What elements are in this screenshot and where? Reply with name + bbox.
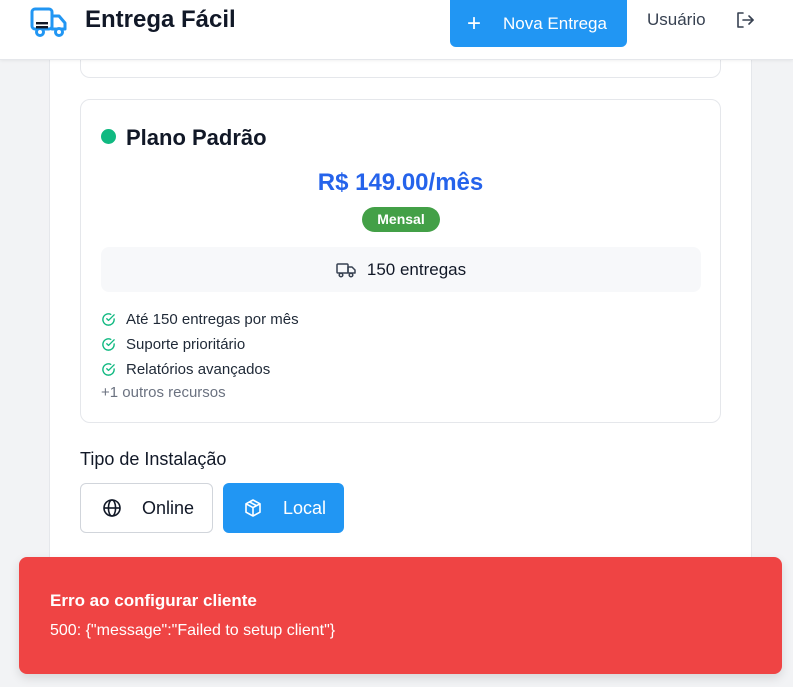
- check-circle-icon: [102, 363, 115, 376]
- truck-icon: [336, 262, 356, 278]
- toast-title: Erro ao configurar cliente: [50, 591, 257, 610]
- logout-icon[interactable]: [735, 10, 755, 30]
- deliveries-count: 150 entregas: [366, 259, 467, 279]
- check-circle-icon: [102, 338, 115, 351]
- install-option-label: Local: [283, 497, 327, 518]
- app-title: Entrega Fácil: [85, 6, 236, 33]
- user-menu-link[interactable]: Usuário: [647, 10, 706, 30]
- toast-message: 500: {"message":"Failed to setup client"…: [50, 622, 336, 639]
- truck-icon: [30, 7, 67, 37]
- globe-icon: [103, 499, 121, 517]
- feature-label: Suporte prioritário: [126, 336, 246, 353]
- install-option-local[interactable]: Local: [223, 483, 344, 533]
- top-navbar: Entrega Fácil + Nova Entrega Usuário: [0, 0, 793, 60]
- feature-label: Relatórios avançados: [126, 361, 271, 378]
- new-delivery-label: Nova Entrega: [503, 13, 607, 33]
- features-list: Até 150 entregas por mês Suporte priorit…: [101, 307, 299, 382]
- list-item: Até 150 entregas por mês: [101, 307, 299, 332]
- feature-label: Até 150 entregas por mês: [126, 311, 299, 328]
- error-toast[interactable]: Erro ao configurar cliente 500: {"messag…: [19, 557, 782, 674]
- installation-type-label: Tipo de Instalação: [80, 449, 227, 469]
- status-dot: [101, 129, 116, 144]
- plus-icon: +: [467, 9, 482, 37]
- install-option-online[interactable]: Online: [80, 483, 213, 533]
- more-features-text: +1 outros recursos: [101, 384, 226, 401]
- deliveries-count-box: 150 entregas: [101, 247, 701, 292]
- plan-card[interactable]: Plano Padrão R$ 149.00/mês Mensal 150 en…: [80, 99, 721, 423]
- list-item: Suporte prioritário: [101, 332, 299, 357]
- list-item: Relatórios avançados: [101, 357, 299, 382]
- new-delivery-button[interactable]: + Nova Entrega: [450, 0, 627, 47]
- period-badge: Mensal: [362, 207, 440, 232]
- check-circle-icon: [102, 313, 115, 326]
- plan-name: Plano Padrão: [126, 125, 267, 150]
- install-option-label: Online: [142, 497, 195, 518]
- box-icon: [245, 499, 261, 517]
- plan-price: R$ 149.00/mês: [317, 169, 484, 196]
